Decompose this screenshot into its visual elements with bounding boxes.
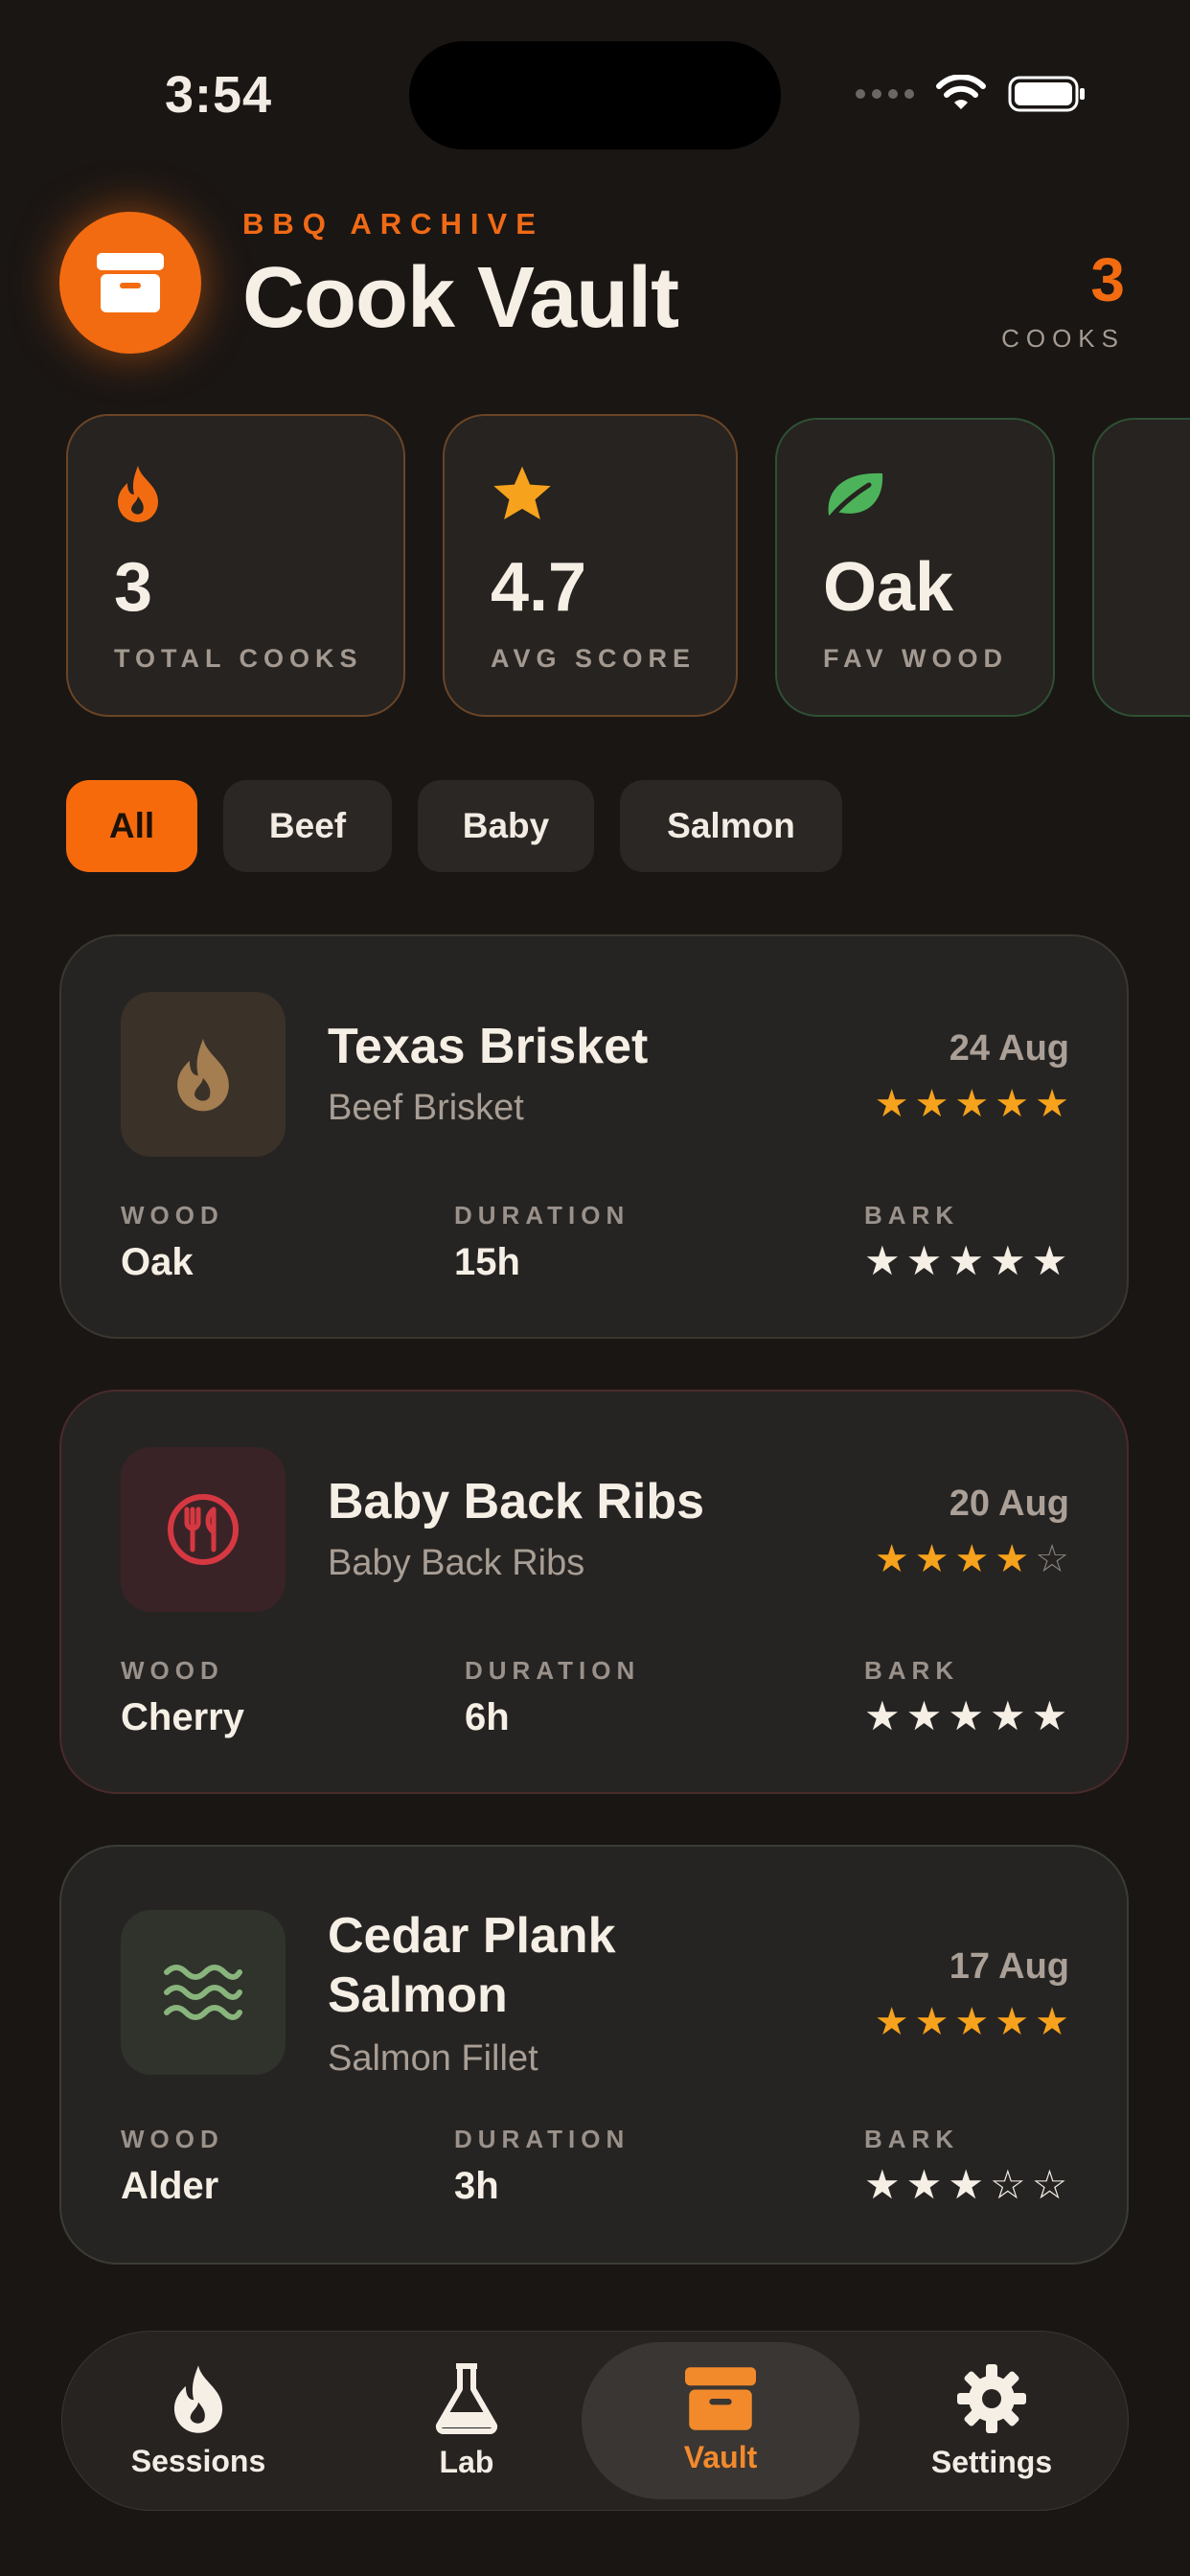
bark-label: BARK xyxy=(864,1656,960,1685)
rating-stars: ★ ★ ★ ★ ☆ xyxy=(874,1538,1069,1580)
cook-date: 17 Aug xyxy=(949,1946,1069,1987)
cooks-count-label: COOKS xyxy=(1001,324,1125,353)
cooks-count: 3 xyxy=(1090,245,1125,314)
stat-value: 4.7 xyxy=(491,549,587,626)
filter-chip-salmon[interactable]: Salmon xyxy=(620,780,842,872)
header-eyebrow: BBQ ARCHIVE xyxy=(242,207,544,241)
page-title: Cook Vault xyxy=(242,250,679,346)
vault-logo xyxy=(59,212,201,354)
cook-date: 24 Aug xyxy=(949,1028,1069,1069)
archive-icon xyxy=(685,2366,756,2430)
stat-label: TOTAL COOKS xyxy=(114,644,363,673)
stat-label: AVG SCORE xyxy=(491,644,697,673)
rating-stars: ★ ★ ★ ★ ★ xyxy=(874,1083,1069,1125)
cook-date: 20 Aug xyxy=(949,1484,1069,1524)
cook-name: Baby Back Ribs xyxy=(328,1474,705,1530)
filter-chip-baby[interactable]: Baby xyxy=(418,780,594,872)
bark-stars: ★ ★ ★ ☆ ☆ xyxy=(864,2162,1068,2207)
tab-sessions[interactable]: Sessions xyxy=(73,2342,324,2499)
tab-settings[interactable]: Settings xyxy=(866,2342,1117,2499)
cook-thumbnail xyxy=(121,1447,286,1612)
bark-stars: ★ ★ ★ ★ ★ xyxy=(864,1693,1068,1738)
cook-thumbnail xyxy=(121,1910,286,2075)
cook-name: Cedar Plank Salmon xyxy=(328,1908,616,2023)
waves-icon xyxy=(164,1965,242,2020)
cook-cut: Beef Brisket xyxy=(328,1088,524,1128)
stat-value: Oak xyxy=(823,549,954,626)
tab-label: Vault xyxy=(683,2439,758,2474)
wood-value: Cherry xyxy=(121,1696,244,1738)
duration-label: DURATION xyxy=(454,1201,630,1230)
stat-card-fav-wood: Oak FAV WOOD xyxy=(775,418,1055,717)
battery-icon xyxy=(1008,76,1085,112)
tab-label: Settings xyxy=(930,2444,1053,2479)
stat-card-total-cooks: 3 TOTAL COOKS xyxy=(66,414,405,717)
duration-label: DURATION xyxy=(465,1656,641,1685)
filter-chip-all[interactable]: All xyxy=(66,780,197,872)
wood-value: Alder xyxy=(121,2165,219,2207)
filter-chip-beef[interactable]: Beef xyxy=(223,780,392,872)
wood-label: WOOD xyxy=(121,1656,224,1685)
status-time: 3:54 xyxy=(165,66,273,124)
duration-value: 6h xyxy=(465,1696,510,1738)
fork-knife-icon xyxy=(168,1494,239,1565)
bark-label: BARK xyxy=(864,1201,960,1230)
wood-value: Oak xyxy=(121,1241,194,1283)
duration-label: DURATION xyxy=(454,2125,630,2153)
wood-label: WOOD xyxy=(121,2125,224,2153)
wood-label: WOOD xyxy=(121,1201,224,1230)
stat-label: FAV WOOD xyxy=(823,644,1008,673)
tab-vault[interactable]: Vault xyxy=(582,2342,859,2499)
cook-cut: Salmon Fillet xyxy=(328,2038,538,2079)
stat-card-avg-score: 4.7 AVG SCORE xyxy=(443,414,738,717)
status-icons xyxy=(856,75,1087,113)
cook-cut: Baby Back Ribs xyxy=(328,1543,585,1583)
dynamic-island xyxy=(409,41,781,150)
cook-card-texas-brisket[interactable]: Texas Brisket Beef Brisket 24 Aug ★ ★ ★ ★ ★ … xyxy=(59,934,1129,1339)
flame-icon xyxy=(173,2364,223,2433)
tab-label: Lab xyxy=(439,2444,494,2479)
leaf-icon xyxy=(823,468,886,526)
flame-icon xyxy=(177,1038,229,1112)
tab-bar: Sessions Lab Vault Settings xyxy=(61,2331,1129,2511)
gear-icon xyxy=(957,2363,1026,2433)
cook-thumbnail xyxy=(121,992,286,1157)
stat-card-partial xyxy=(1092,418,1190,717)
duration-value: 3h xyxy=(454,2165,499,2207)
flask-icon xyxy=(435,2362,498,2434)
rating-stars: ★ ★ ★ ★ ★ xyxy=(874,2001,1069,2043)
signal-icon xyxy=(856,89,914,99)
tab-label: Sessions xyxy=(130,2443,266,2478)
cook-card-cedar-plank-salmon[interactable]: Cedar Plank Salmon Salmon Fillet 17 Aug … xyxy=(59,1845,1129,2265)
flame-icon xyxy=(114,464,162,528)
cook-card-baby-back-ribs[interactable]: Baby Back Ribs Baby Back Ribs 20 Aug ★ ★ ★… xyxy=(59,1390,1129,1794)
wifi-icon xyxy=(936,75,986,109)
bark-label: BARK xyxy=(864,2125,960,2153)
archive-icon xyxy=(97,253,164,312)
cook-name: Texas Brisket xyxy=(328,1019,649,1074)
stat-value: 3 xyxy=(114,549,153,626)
bark-stars: ★ ★ ★ ★ ★ xyxy=(864,1238,1068,1283)
tab-lab[interactable]: Lab xyxy=(341,2342,592,2499)
duration-value: 15h xyxy=(454,1241,520,1283)
star-icon xyxy=(491,464,554,528)
